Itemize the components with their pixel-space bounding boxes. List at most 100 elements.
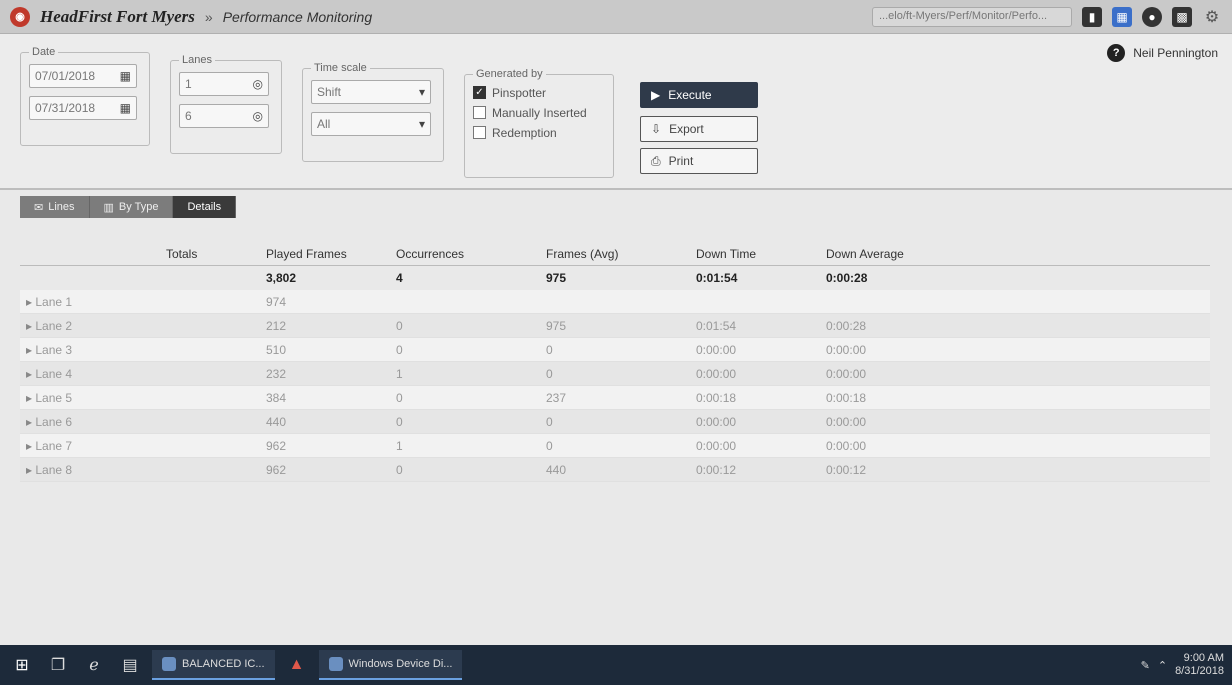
date-from-field[interactable]: 07/01/2018 ▦ <box>29 64 137 88</box>
table-row[interactable]: Lane 7 962 1 0 0:00:00 0:00:00 <box>20 434 1210 458</box>
record-icon[interactable]: ● <box>1142 6 1162 27</box>
address-bar[interactable]: ...elo/ft-Myers/Perf/Monitor/Perfo... <box>872 6 1072 27</box>
pen-icon[interactable]: ✎ <box>1141 659 1150 672</box>
table-cell: 0:00:00 <box>696 366 737 381</box>
lanes-from-field[interactable]: 1 ◎ <box>179 72 269 96</box>
column-header[interactable]: Down Time <box>690 247 820 265</box>
table-row[interactable]: Lane 5 384 0 237 0:00:18 0:00:18 <box>20 386 1210 410</box>
pinspotter-label: Pinspotter <box>492 86 547 100</box>
table-cell: 974 <box>266 294 287 309</box>
calendar-icon[interactable]: ▦ <box>120 101 131 115</box>
table-cell: 0:00:00 <box>826 366 867 381</box>
date-to-field[interactable]: 07/31/2018 ▦ <box>29 96 137 120</box>
app-icon <box>328 657 343 671</box>
lanes-to-field[interactable]: 6 ◎ <box>179 104 269 128</box>
table-cell: 0 <box>396 462 403 477</box>
total-cell: 4 <box>396 271 403 285</box>
table-totals-row: 3,802 4 975 0:01:54 0:00:28 <box>20 266 1210 290</box>
manually-inserted-checkbox[interactable]: Manually Inserted <box>473 106 605 120</box>
table-row[interactable]: Lane 4 232 1 0 0:00:00 0:00:00 <box>20 362 1210 386</box>
clock[interactable]: 9:00 AM 8/31/2018 <box>1175 652 1224 678</box>
column-header[interactable]: Frames (Avg) <box>540 247 690 265</box>
gear-icon[interactable]: ⚙ <box>1202 7 1222 27</box>
lane-name-cell: Lane 2 <box>20 319 160 333</box>
pinspotter-checkbox[interactable]: ✓ Pinspotter <box>473 86 605 100</box>
table-row[interactable]: Lane 1 974 <box>20 290 1210 314</box>
tab-details[interactable]: Details <box>173 196 237 218</box>
total-cell: 0:01:54 <box>696 271 738 285</box>
table-row[interactable]: Lane 2 212 0 975 0:01:54 0:00:28 <box>20 314 1210 338</box>
page-title: Performance Monitoring <box>222 8 373 25</box>
lines-icon: ✉ <box>34 201 44 214</box>
table-cell: 0 <box>396 342 403 357</box>
column-header[interactable]: Occurrences <box>390 247 540 265</box>
spinner-icon[interactable]: ◎ <box>253 109 263 123</box>
task-view-icon[interactable]: ❐ <box>44 651 72 679</box>
column-header[interactable] <box>20 261 160 265</box>
column-header[interactable]: Totals <box>160 247 260 265</box>
redemption-checkbox[interactable]: Redemption <box>473 126 605 140</box>
table-row[interactable]: Lane 8 962 0 440 0:00:12 0:00:12 <box>20 458 1210 482</box>
chevron-up-icon[interactable]: ⌃ <box>1158 659 1167 672</box>
spinner-icon[interactable]: ◎ <box>253 77 263 91</box>
user-menu[interactable]: ? Neil Pennington <box>1107 44 1218 62</box>
checkbox-checked-icon[interactable]: ✓ <box>473 86 486 99</box>
table-cell: 0 <box>396 318 403 333</box>
export-button[interactable]: ⇩ Export <box>640 116 758 142</box>
bookmark-icon[interactable]: ▮ <box>1082 6 1102 27</box>
taskbar-app[interactable]: BALANCED IC... <box>152 650 275 680</box>
total-cell: 3,802 <box>266 271 297 285</box>
help-icon[interactable]: ? <box>1107 44 1126 62</box>
time-scale-label: Time scale <box>314 62 367 74</box>
lane-name-cell: Lane 3 <box>20 343 160 357</box>
windows-icon[interactable]: ▦ <box>1112 6 1132 27</box>
time-scale-select[interactable]: Shift ▾ <box>311 80 431 104</box>
date-to-value: 07/31/2018 <box>35 101 96 115</box>
print-button[interactable]: ⎙ Print <box>640 148 758 174</box>
table-cell: 0 <box>396 414 403 429</box>
column-header[interactable]: Down Average <box>820 247 960 265</box>
lane-name-cell: Lane 5 <box>20 391 160 405</box>
table-cell: 440 <box>546 462 567 477</box>
date-label: Date <box>32 46 56 58</box>
table-cell: 0:01:54 <box>696 318 737 333</box>
table-cell: 384 <box>266 390 287 405</box>
table-cell: 962 <box>266 438 287 453</box>
table-cell: 975 <box>546 318 567 333</box>
breadcrumb-separator: » <box>204 8 213 25</box>
clock-date: 8/31/2018 <box>1175 665 1224 677</box>
table-header: Totals Played Frames Occurrences Frames … <box>20 226 1210 266</box>
tab-lines[interactable]: ✉ Lines <box>20 196 90 218</box>
taskbar-app[interactable]: Windows Device Di... <box>318 650 463 680</box>
grid-icon[interactable]: ▩ <box>1172 6 1192 27</box>
calendar-icon[interactable]: ▦ <box>120 69 131 83</box>
table-row[interactable]: Lane 3 510 0 0 0:00:00 0:00:00 <box>20 338 1210 362</box>
pdf-icon[interactable]: ▲ <box>283 651 311 679</box>
table-body: Lane 1974Lane 221209750:01:540:00:28Lane… <box>20 290 1210 482</box>
execute-button[interactable]: ▶ Execute <box>640 82 758 108</box>
redemption-label: Redemption <box>492 126 557 140</box>
time-scale-sub-value: All <box>317 117 331 131</box>
total-cell: 0:00:28 <box>826 271 868 285</box>
edge-browser-icon[interactable]: ℯ <box>80 651 108 679</box>
lanes-from-value: 1 <box>185 77 192 91</box>
time-scale-sub-select[interactable]: All ▾ <box>311 112 431 136</box>
tab-by-type[interactable]: ▥ By Type <box>89 196 174 218</box>
chevron-down-icon: ▾ <box>418 117 425 131</box>
app-window: ◉ HeadFirst Fort Myers » Performance Mon… <box>0 0 1232 685</box>
filter-panel: Date 07/01/2018 ▦ 07/31/2018 ▦ Lanes 1 ◎… <box>0 34 1232 190</box>
file-explorer-icon[interactable]: ▤ <box>116 651 144 679</box>
app-icon <box>162 657 176 671</box>
table-cell: 0:00:00 <box>826 414 867 429</box>
windows-start-icon[interactable]: ⊞ <box>8 651 36 679</box>
table-cell: 0 <box>396 390 403 405</box>
lanes-group: Lanes 1 ◎ 6 ◎ <box>170 54 282 154</box>
table-cell: 0:00:18 <box>696 390 737 405</box>
table-cell: 0:00:18 <box>826 390 867 405</box>
play-icon: ▶ <box>651 88 661 102</box>
column-header[interactable]: Played Frames <box>260 247 390 265</box>
checkbox-icon[interactable] <box>473 106 486 119</box>
table-row[interactable]: Lane 6 440 0 0 0:00:00 0:00:00 <box>20 410 1210 434</box>
table-cell: 510 <box>266 342 287 357</box>
checkbox-icon[interactable] <box>473 126 486 139</box>
